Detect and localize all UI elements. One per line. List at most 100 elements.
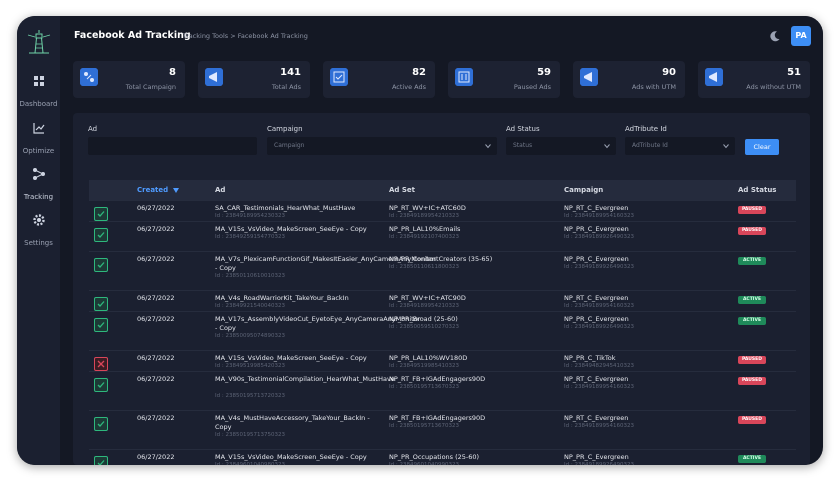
stat-card-active-ads: 82 Active Ads bbox=[323, 61, 435, 98]
row-checkbox-checked[interactable] bbox=[94, 417, 108, 431]
campaign-id: Id : 23849189926490323 bbox=[564, 234, 634, 240]
megaphone-icon bbox=[580, 68, 598, 86]
adset-name: NP_RT_WV+IC+ATC60D bbox=[389, 204, 466, 212]
attribute-filter-select[interactable]: AdTribute Id bbox=[625, 137, 735, 155]
attribute-filter-placeholder: AdTribute Id bbox=[632, 142, 668, 149]
campaign-name: NP_PR_C_Evergreen bbox=[564, 453, 629, 461]
campaign-id: Id : 23849482945410323 bbox=[564, 363, 634, 369]
ad-name: SA_CAR_Testimonials_HearWhat_MustHave bbox=[215, 204, 356, 212]
campaign-id: Id : 23849189954160323 bbox=[564, 213, 634, 219]
sidebar-item-label: Dashboard bbox=[19, 100, 58, 108]
campaign-id: Id : 23849189926490323 bbox=[564, 264, 634, 270]
status-filter-select[interactable]: Status bbox=[506, 137, 616, 155]
table-row[interactable]: 06/27/2022 MA_V4s_MustHaveAccessory_TakeY… bbox=[89, 410, 796, 449]
topbar: Facebook Ad Tracking Tracking Tools > Fa… bbox=[60, 16, 823, 54]
stat-value: 51 bbox=[787, 67, 801, 78]
column-header-ad[interactable]: Ad bbox=[215, 186, 225, 194]
campaign-id: Id : 23849189954160323 bbox=[564, 384, 634, 390]
avatar[interactable]: PA bbox=[791, 26, 811, 46]
stat-label: Total Campaign bbox=[125, 83, 176, 91]
row-checkbox-checked[interactable] bbox=[94, 207, 108, 221]
ad-id: Id : 23849259154770323 bbox=[215, 234, 285, 240]
adset-id: Id : 23849192107400323 bbox=[389, 234, 459, 240]
ad-table-panel: Ad Campaign Campaign Ad Status Status Ad… bbox=[73, 113, 810, 465]
stat-label: Ads without UTM bbox=[746, 83, 801, 91]
column-header-campaign[interactable]: Campaign bbox=[564, 186, 603, 194]
row-checkbox-checked[interactable] bbox=[94, 258, 108, 272]
campaign-filter-select[interactable]: Campaign bbox=[267, 137, 497, 155]
stat-value: 8 bbox=[169, 67, 176, 78]
stat-value: 90 bbox=[662, 67, 676, 78]
created-date: 06/27/2022 bbox=[137, 375, 175, 383]
sidebar-item-settings[interactable]: Settings bbox=[17, 213, 60, 249]
chevron-down-icon bbox=[723, 144, 729, 149]
sidebar-item-tracking[interactable]: Tracking bbox=[17, 167, 60, 203]
created-date: 06/27/2022 bbox=[137, 204, 175, 212]
gear-icon bbox=[32, 214, 45, 226]
adset-id: Id : 23849189954210323 bbox=[389, 213, 459, 219]
stat-value: 82 bbox=[412, 67, 426, 78]
row-checkbox-checked[interactable] bbox=[94, 378, 108, 392]
campaign-id: Id : 23849189926490323 bbox=[564, 462, 634, 465]
ad-name: MA_V15s_VsVideo_MakeScreen_SeeEye - Copy bbox=[215, 225, 367, 233]
column-header-created[interactable]: Created bbox=[137, 186, 179, 194]
table-row[interactable]: 06/27/2022 MA_V17s_AssemblyVideoCut_Eyeto… bbox=[89, 311, 796, 350]
adset-id: Id : 23849601040990323 bbox=[389, 462, 459, 465]
adset-name: NP_PR_LAL10%WV180D bbox=[389, 354, 468, 362]
ad-name: MA_V4s_MustHaveAccessory_TakeYour_BackIn… bbox=[215, 414, 370, 431]
dark-mode-moon-icon[interactable] bbox=[769, 30, 781, 42]
table-row[interactable]: 06/27/2022 MA_V90s_TestimonialCompilation… bbox=[89, 371, 796, 410]
table-row[interactable]: 06/27/2022 MA_V4s_RoadWarriorKit_TakeYour… bbox=[89, 290, 796, 311]
table-row[interactable]: 06/27/2022 MA_V15s_VsVideo_MakeScreen_See… bbox=[89, 449, 796, 465]
campaign-name: NP_RT_C_Evergreen bbox=[564, 414, 629, 422]
ad-id: Id : 23849189954230323 bbox=[215, 213, 285, 219]
ad-name: MA_V90s_TestimonialCompilation_HearWhat_… bbox=[215, 375, 395, 383]
ad-id: Id : 23850195713750323 bbox=[215, 432, 285, 438]
row-checkbox-checked[interactable] bbox=[94, 228, 108, 242]
ad-id: Id : 23849921540040323 bbox=[215, 303, 285, 309]
status-filter-placeholder: Status bbox=[513, 142, 533, 149]
paused-ads-icon bbox=[455, 68, 473, 86]
row-checkbox-rejected[interactable] bbox=[94, 357, 108, 371]
sidebar: Dashboard Optimize Tracking Settings bbox=[17, 16, 60, 465]
ad-name: MA_V15s_VsVideo_MakeScreen_SeeEye - Copy bbox=[215, 354, 367, 362]
status-badge: PAUSED bbox=[738, 377, 766, 385]
column-header-adset[interactable]: Ad Set bbox=[389, 186, 415, 194]
check-icon bbox=[97, 301, 105, 307]
table-row[interactable]: 06/27/2022 MA_V15s_VsVideo_MakeScreen_See… bbox=[89, 350, 796, 371]
row-checkbox-checked[interactable] bbox=[94, 297, 108, 311]
campaign-id: Id : 23849189926490323 bbox=[564, 324, 634, 330]
ad-name: MA_V7s_PlexicamFunctionGif_MakesItEasier… bbox=[215, 255, 436, 272]
stat-card-ads-with-utm: 90 Ads with UTM bbox=[573, 61, 685, 98]
ad-filter-label: Ad bbox=[88, 125, 98, 133]
stat-label: Total Ads bbox=[271, 83, 301, 91]
check-icon bbox=[97, 460, 105, 465]
clear-button[interactable]: Clear bbox=[745, 139, 779, 155]
status-badge: PAUSED bbox=[738, 416, 766, 424]
chevron-down-icon bbox=[485, 144, 491, 149]
active-ads-icon bbox=[330, 68, 348, 86]
row-checkbox-checked[interactable] bbox=[94, 456, 108, 465]
adset-id: Id : 23850195713670323 bbox=[389, 384, 459, 390]
status-badge: ACTIVE bbox=[738, 317, 766, 325]
adset-name: NP_PR_LAL10%Emails bbox=[389, 225, 461, 233]
column-header-status[interactable]: Ad Status bbox=[738, 186, 776, 194]
sidebar-item-optimize[interactable]: Optimize bbox=[17, 121, 60, 157]
adset-id: Id : 23850195713670323 bbox=[389, 423, 459, 429]
row-checkbox-checked[interactable] bbox=[94, 318, 108, 332]
sidebar-item-label: Settings bbox=[24, 239, 53, 247]
ad-id: Id : 23850095074890323 bbox=[215, 333, 285, 339]
campaign-filter-label: Campaign bbox=[267, 125, 303, 133]
table-row[interactable]: 06/27/2022 SA_CAR_Testimonials_HearWhat_M… bbox=[89, 200, 796, 221]
adset-id: Id : 23849189954210323 bbox=[389, 303, 459, 309]
table-header: Created Ad Ad Set Campaign Ad Status bbox=[89, 180, 796, 200]
table-row[interactable]: 06/27/2022 MA_V7s_PlexicamFunctionGif_Mak… bbox=[89, 251, 796, 290]
stat-card-ads-without-utm: 51 Ads without UTM bbox=[698, 61, 810, 98]
breadcrumb[interactable]: Tracking Tools > Facebook Ad Tracking bbox=[183, 32, 308, 40]
sidebar-item-dashboard[interactable]: Dashboard bbox=[17, 74, 60, 110]
status-badge: PAUSED bbox=[738, 206, 766, 214]
ad-filter-input[interactable] bbox=[88, 137, 257, 155]
status-badge: PAUSED bbox=[738, 356, 766, 364]
check-icon bbox=[97, 232, 105, 238]
table-row[interactable]: 06/27/2022 MA_V15s_VsVideo_MakeScreen_See… bbox=[89, 221, 796, 251]
